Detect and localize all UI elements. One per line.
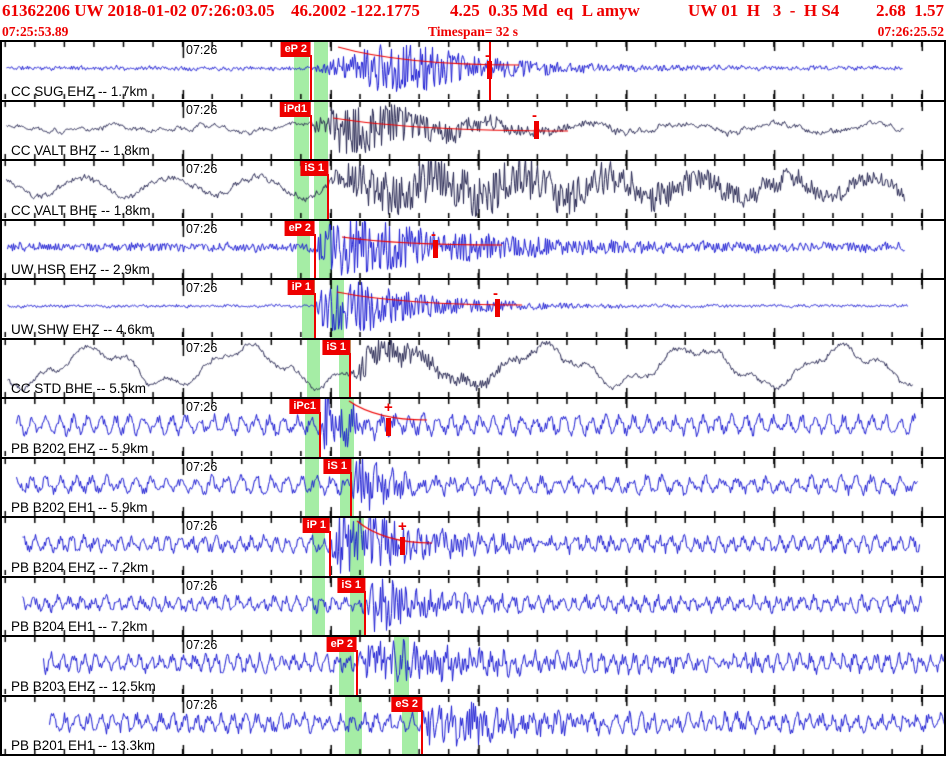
- phase-pick-label[interactable]: iS 1: [322, 339, 350, 355]
- station-channel-label: PB B204 EHZ -- 7.2km: [11, 559, 149, 575]
- station-channel-label: UW SHW EHZ -- 4.6km: [11, 321, 153, 337]
- phase-pick-label[interactable]: iS 1: [337, 577, 365, 593]
- phase-pick-line[interactable]: [329, 531, 331, 576]
- coda-quality-glyph: -: [431, 225, 436, 243]
- phase-pick-line[interactable]: [356, 650, 358, 695]
- minute-tick-label: 07:26: [186, 281, 218, 295]
- phase-pick-label[interactable]: iP 1: [287, 280, 315, 295]
- phase-pick-label[interactable]: iPc1: [289, 399, 320, 414]
- coda-quality-glyph: -: [493, 285, 498, 302]
- trace-panel-uw-hsr-ehz: 07:26 UW HSR EHZ -- 2.9km eP 2 -: [2, 218, 944, 278]
- phase-pick-line[interactable]: [350, 471, 352, 516]
- station-channel-label: PB B204 EH1 -- 7.2km: [11, 619, 148, 634]
- phase-pick-label[interactable]: eP 2: [284, 220, 315, 236]
- minute-tick-label: 07:26: [186, 43, 218, 57]
- station-channel-label: CC VALT BHE -- 1.8km: [11, 202, 151, 218]
- window-start-time: 07:25:53.89: [2, 24, 69, 39]
- coda-quality-glyph: -: [485, 47, 490, 64]
- event-id-date-time: 61362206 UW 2018-01-02 07:26:03.05: [2, 1, 275, 20]
- phase-pick-label[interactable]: iS 1: [323, 458, 351, 474]
- minute-tick-label: 07:26: [186, 102, 218, 117]
- event-network-flags: UW 01 H 3 - H S4: [688, 1, 840, 20]
- timespan-label: Timespan= 32 s: [428, 24, 518, 39]
- event-coordinates: 46.2002 -122.1775: [291, 1, 420, 20]
- coda-quality-glyph: +: [398, 518, 407, 535]
- trace-panel-pb-b201-eh1: 07:26 PB B201 EH1 -- 13.3km eS 2: [2, 694, 944, 754]
- station-channel-label: PB B203 EHZ -- 12.5km: [11, 678, 156, 694]
- minute-tick-label: 07:26: [186, 578, 218, 593]
- phase-pick-line[interactable]: [314, 233, 316, 278]
- coda-quality-glyph: +: [384, 399, 393, 416]
- trace-area: 07:26 CC SUG EHZ -- 1.7km eP 2 - 07:26 CC VAL…: [0, 40, 946, 756]
- phase-pick-line[interactable]: [314, 293, 316, 338]
- station-channel-label: PB B202 EHZ -- 5.9km: [11, 440, 149, 456]
- window-end-time: 07:26:25.52: [877, 24, 944, 39]
- event-quality: 2.68 1.57: [876, 1, 944, 20]
- station-channel-label: CC VALT BHZ -- 1.8km: [11, 143, 150, 158]
- minute-tick-label: 07:26: [186, 459, 218, 474]
- phase-pick-line[interactable]: [364, 590, 366, 635]
- trace-panel-cc-valt-bhe: 07:26 CC VALT BHE -- 1.8km iS 1: [2, 159, 944, 219]
- phase-pick-line[interactable]: [421, 709, 423, 754]
- phase-pick-line[interactable]: [349, 352, 351, 397]
- trace-panel-pb-b204-ehz: 07:26 PB B204 EHZ -- 7.2km iP 1 +: [2, 516, 944, 576]
- minute-tick-label: 07:26: [186, 162, 218, 176]
- trace-panel-pb-b202-ehz: 07:26 PB B202 EHZ -- 5.9km iPc1 +: [2, 397, 944, 457]
- trace-panel-cc-std-bhe: 07:26 CC STD BHE -- 5.5km iS 1: [2, 337, 944, 397]
- minute-tick-label: 07:26: [186, 221, 218, 236]
- minute-tick-label: 07:26: [186, 400, 218, 414]
- minute-tick-label: 07:26: [186, 340, 218, 355]
- minute-tick-label: 07:26: [186, 697, 218, 712]
- phase-pick-label[interactable]: iPd1: [279, 101, 311, 117]
- minute-tick-label: 07:26: [186, 638, 218, 652]
- phase-pick-line[interactable]: [319, 412, 321, 457]
- station-channel-label: CC STD BHE -- 5.5km: [11, 381, 147, 396]
- trace-panel-cc-sug-ehz: 07:26 CC SUG EHZ -- 1.7km eP 2 -: [2, 40, 944, 100]
- coda-duration-marker[interactable]: [400, 537, 405, 555]
- trace-panel-pb-b202-eh1: 07:26 PB B202 EH1 -- 5.9km iS 1: [2, 456, 944, 516]
- phase-pick-label[interactable]: eS 2: [391, 696, 422, 712]
- station-channel-label: CC SUG EHZ -- 1.7km: [11, 83, 148, 99]
- coda-quality-glyph: -: [532, 106, 537, 124]
- trace-panel-pb-b204-eh1: 07:26 PB B204 EH1 -- 7.2km iS 1: [2, 575, 944, 635]
- minute-tick-label: 07:26: [186, 519, 218, 533]
- phase-pick-label[interactable]: eP 2: [280, 42, 311, 57]
- phase-pick-line[interactable]: [327, 174, 329, 219]
- phase-pick-label[interactable]: eP 2: [326, 637, 357, 652]
- coda-duration-marker[interactable]: [386, 418, 391, 436]
- station-channel-label: PB B201 EH1 -- 13.3km: [11, 738, 156, 753]
- event-header: 61362206 UW 2018-01-02 07:26:03.05 46.20…: [0, 0, 946, 40]
- trace-panel-pb-b203-ehz: 07:26 PB B203 EHZ -- 12.5km eP 2: [2, 635, 944, 695]
- station-channel-label: UW HSR EHZ -- 2.9km: [11, 262, 150, 277]
- event-magnitude: 4.25 0.35 Md eq L amyw: [450, 1, 640, 20]
- station-channel-label: PB B202 EH1 -- 5.9km: [11, 500, 148, 515]
- phase-pick-line[interactable]: [310, 114, 312, 159]
- phase-pick-line[interactable]: [310, 55, 312, 100]
- phase-pick-label[interactable]: iS 1: [300, 161, 328, 176]
- seismic-waveform-viewer: 61362206 UW 2018-01-02 07:26:03.05 46.20…: [0, 0, 946, 760]
- trace-panel-uw-shw-ehz: 07:26 UW SHW EHZ -- 4.6km iP 1 -: [2, 278, 944, 338]
- phase-pick-label[interactable]: iP 1: [302, 518, 330, 533]
- trace-panel-cc-valt-bhz: 07:26 CC VALT BHZ -- 1.8km iPd1 -: [2, 99, 944, 159]
